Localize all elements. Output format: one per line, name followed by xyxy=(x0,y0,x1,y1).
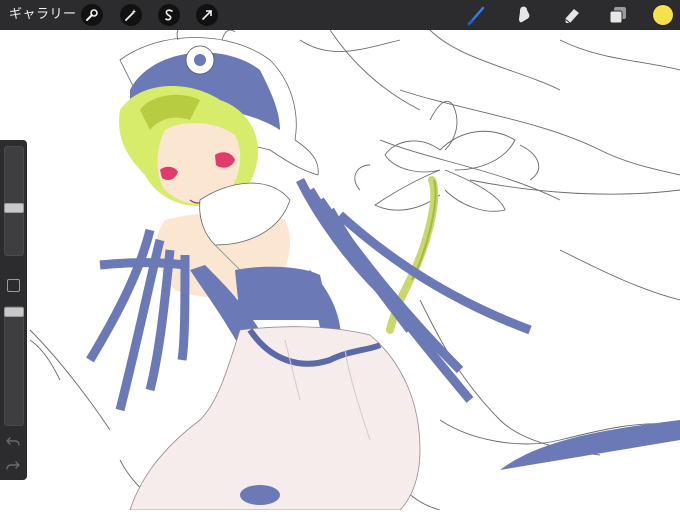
modify-button[interactable] xyxy=(7,279,20,292)
top-toolbar: ギャラリー xyxy=(0,0,680,30)
gallery-button[interactable]: ギャラリー xyxy=(9,0,77,30)
brush-icon[interactable] xyxy=(465,3,489,27)
layers-icon[interactable] xyxy=(606,3,630,27)
wrench-icon[interactable] xyxy=(81,4,103,26)
brush-size-thumb[interactable] xyxy=(4,203,24,213)
magic-wand-icon[interactable] xyxy=(120,4,142,26)
color-picker-button[interactable] xyxy=(653,5,673,25)
transform-icon[interactable] xyxy=(196,4,218,26)
smudge-icon[interactable] xyxy=(512,3,536,27)
selection-icon[interactable] xyxy=(158,4,180,26)
brush-size-slider[interactable] xyxy=(4,146,24,256)
eraser-icon[interactable] xyxy=(560,3,584,27)
undo-icon[interactable] xyxy=(4,434,22,450)
opacity-thumb[interactable] xyxy=(4,307,24,317)
left-sidebar xyxy=(0,140,27,480)
drawing-canvas[interactable] xyxy=(0,26,680,511)
opacity-slider[interactable] xyxy=(4,306,24,426)
redo-icon[interactable] xyxy=(4,458,22,474)
artwork-illustration xyxy=(29,26,680,511)
